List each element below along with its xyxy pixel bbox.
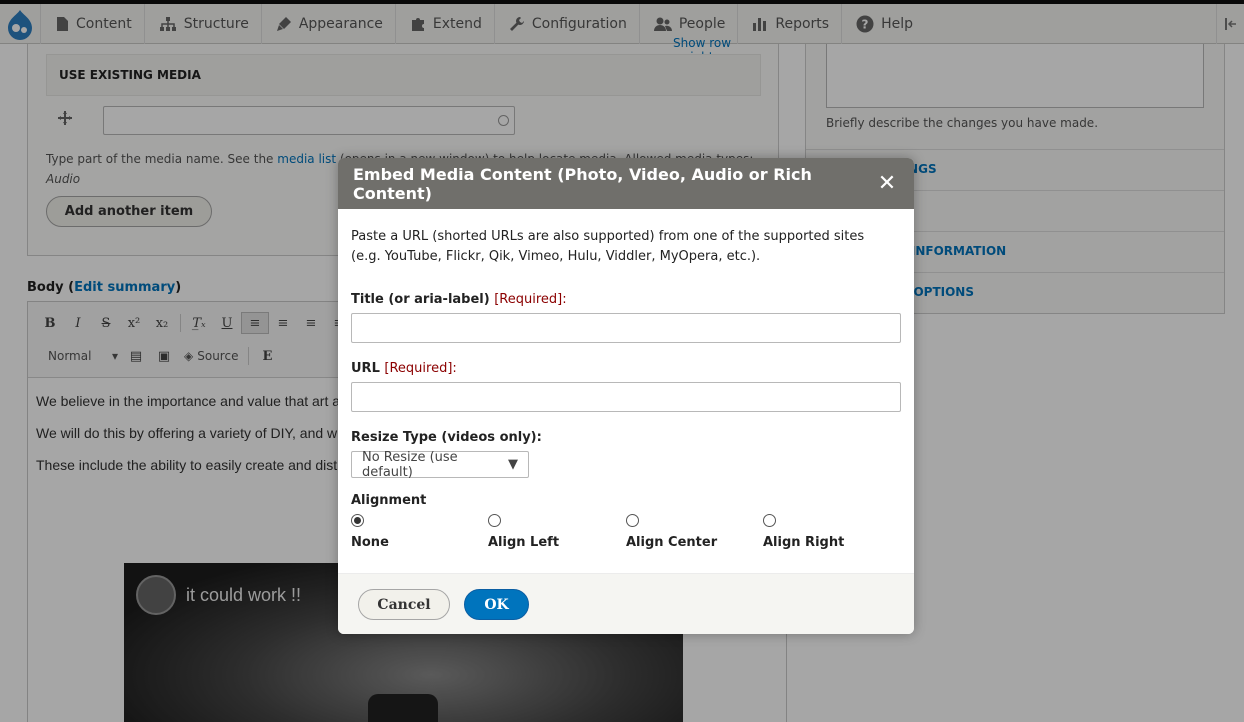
resize-type-label: Resize Type (videos only): <box>351 430 542 445</box>
dialog-footer: Cancel OK <box>338 573 914 634</box>
chevron-down-icon: ▼ <box>508 457 518 472</box>
required-marker: [Required] <box>384 361 453 376</box>
title-input[interactable] <box>351 313 901 343</box>
dialog-header: Embed Media Content (Photo, Video, Audio… <box>338 158 914 209</box>
dialog-intro: Paste a URL (shorted URLs are also suppo… <box>351 227 864 267</box>
label-text: URL <box>351 361 380 376</box>
label-colon: : <box>562 292 567 307</box>
radio-button[interactable] <box>351 514 364 527</box>
dialog-title: Embed Media Content (Photo, Video, Audio… <box>353 164 812 203</box>
intro-line: Paste a URL (shorted URLs are also suppo… <box>351 229 865 244</box>
radio-align-right[interactable]: Align Right <box>763 514 844 550</box>
required-marker: [Required] <box>494 292 563 307</box>
embed-media-dialog: Embed Media Content (Photo, Video, Audio… <box>338 158 914 634</box>
radio-button[interactable] <box>488 514 501 527</box>
alignment-radio-group: None Align Left Align Center Align Right <box>351 514 901 554</box>
url-field-label: URL [Required]: <box>351 361 457 376</box>
resize-type-select[interactable]: No Resize (use default) ▼ <box>351 449 529 480</box>
intro-line: (e.g. YouTube, Flickr, Qik, Vimeo, Hulu,… <box>351 249 761 264</box>
dialog-body: Paste a URL (shorted URLs are also suppo… <box>338 209 914 573</box>
resize-type-value: No Resize (use default) <box>362 449 458 480</box>
radio-label: Align Center <box>626 535 718 550</box>
radio-label: Align Right <box>763 535 845 550</box>
label-colon: : <box>452 361 457 376</box>
close-icon[interactable]: ✕ <box>875 171 899 196</box>
radio-button[interactable] <box>626 514 639 527</box>
cancel-button[interactable]: Cancel <box>358 589 450 620</box>
alignment-label: Alignment <box>351 493 427 508</box>
radio-button[interactable] <box>763 514 776 527</box>
label-text: Title (or aria-label) <box>351 292 490 307</box>
radio-align-center[interactable]: Align Center <box>626 514 717 550</box>
url-input[interactable] <box>351 382 901 412</box>
radio-align-left[interactable]: Align Left <box>488 514 559 550</box>
radio-label: Align Left <box>488 535 560 550</box>
title-field-label: Title (or aria-label) [Required]: <box>351 292 567 307</box>
ok-button[interactable]: OK <box>464 589 529 620</box>
radio-label: None <box>351 535 389 550</box>
radio-align-none[interactable]: None <box>351 514 389 550</box>
